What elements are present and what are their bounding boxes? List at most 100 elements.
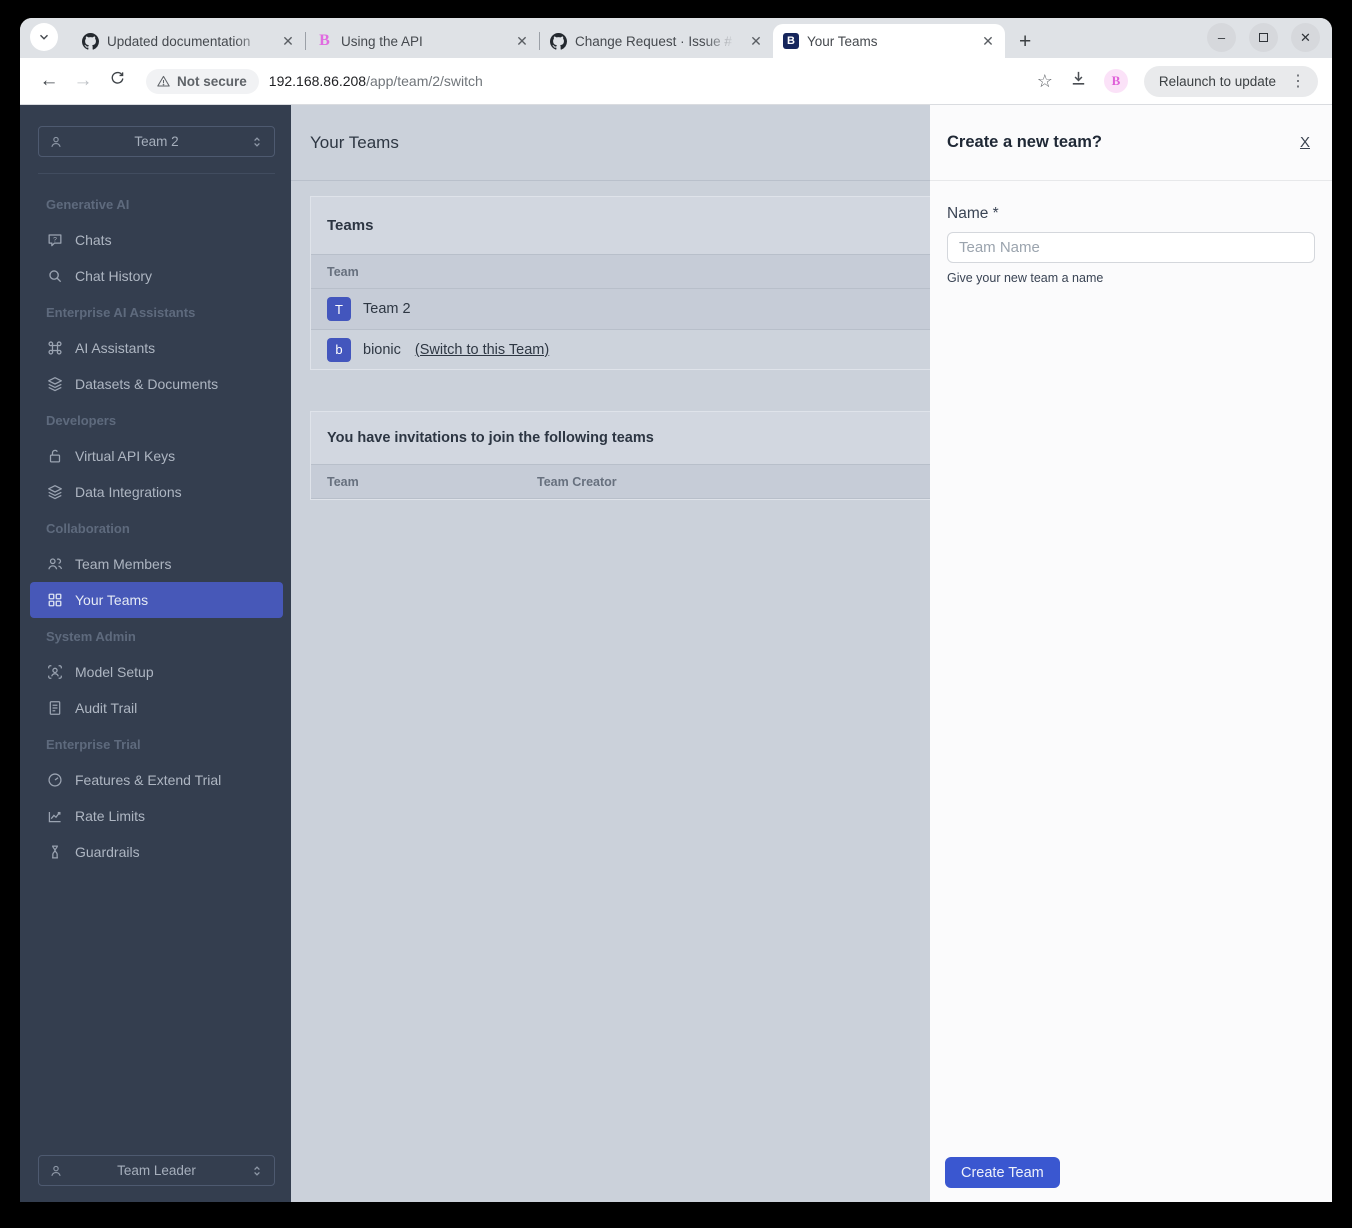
chevron-updown-icon xyxy=(253,1166,261,1175)
hourglass-icon xyxy=(51,845,59,859)
tab-title: Updated documentation xyxy=(107,33,251,49)
sidebar-divider xyxy=(38,173,275,174)
sidebar-item-datasets-documents[interactable]: Datasets & Documents xyxy=(20,366,291,402)
column-header-team-creator: Team Creator xyxy=(537,474,617,489)
sidebar-item-rate-limits[interactable]: Rate Limits xyxy=(20,798,291,834)
drawer-close-button[interactable]: X xyxy=(1300,134,1310,151)
tab-using-the-api[interactable]: B Using the API ✕ xyxy=(306,24,539,58)
sidebar-item-chat-history[interactable]: Chat History xyxy=(20,258,291,294)
sidebar-item-audit-trail[interactable]: Audit Trail xyxy=(20,690,291,726)
sidebar-item-label: Team Members xyxy=(75,556,172,572)
close-tab-icon[interactable]: ✕ xyxy=(513,32,531,50)
team-name: Team 2 xyxy=(363,301,411,317)
forward-button[interactable]: → xyxy=(68,70,98,92)
search-icon xyxy=(49,270,62,283)
reload-button[interactable] xyxy=(102,70,132,93)
tab-title: Using the API xyxy=(341,33,423,49)
role-selector[interactable]: Team Leader xyxy=(38,1155,275,1186)
sidebar-item-label: AI Assistants xyxy=(75,340,156,356)
sidebar-item-label: Audit Trail xyxy=(75,700,138,716)
page-title: Your Teams xyxy=(310,132,399,152)
team-selector-label: Team 2 xyxy=(134,134,179,149)
maximize-icon xyxy=(1259,33,1268,42)
sidebar-item-team-members[interactable]: Team Members xyxy=(20,546,291,582)
tab-your-teams-active[interactable]: B Your Teams ✕ xyxy=(773,24,1005,58)
grid-icon xyxy=(48,593,62,607)
person-icon xyxy=(51,1165,61,1176)
sidebar-item-chats[interactable]: Chats xyxy=(20,222,291,258)
close-tab-icon[interactable]: ✕ xyxy=(279,32,297,50)
bookmark-star-icon[interactable]: ☆ xyxy=(1037,71,1053,92)
lock-open-icon xyxy=(49,449,61,463)
url-text: 192.168.86.208/app/team/2/switch xyxy=(269,73,483,89)
security-chip[interactable]: Not secure xyxy=(146,68,259,94)
sidebar-item-ai-assistants[interactable]: AI Assistants xyxy=(20,330,291,366)
tab-title: Change Request · Issue # xyxy=(575,33,732,49)
minimize-button[interactable]: – xyxy=(1207,23,1236,52)
tab-change-request[interactable]: Change Request · Issue # ✕ xyxy=(540,24,773,58)
url-host: 192.168.86.208 xyxy=(268,73,367,89)
tab-updated-documentation[interactable]: Updated documentation ✕ xyxy=(72,24,305,58)
chart-icon xyxy=(48,811,62,823)
sidebar-item-your-teams[interactable]: Your Teams xyxy=(30,582,283,618)
b-navy-icon: B xyxy=(783,33,799,49)
section-header-enterprise-ai-assistants: Enterprise AI Assistants xyxy=(46,304,196,320)
sidebar-item-label: Model Setup xyxy=(75,664,154,680)
address-bar[interactable]: Not secure 192.168.86.208/app/team/2/swi… xyxy=(146,68,1033,94)
team-name-input[interactable] xyxy=(947,232,1315,263)
back-button[interactable]: ← xyxy=(34,70,64,92)
sidebar-item-features-extend-trial[interactable]: Features & Extend Trial xyxy=(20,762,291,798)
chevron-down-icon xyxy=(40,34,48,40)
downloads-icon[interactable] xyxy=(1069,69,1088,93)
sidebar-item-label: Data Integrations xyxy=(75,484,182,500)
menu-kebab-icon[interactable]: ⋮ xyxy=(1286,71,1310,91)
section-header-collaboration: Collaboration xyxy=(46,520,130,536)
create-team-button[interactable]: Create Team xyxy=(945,1157,1060,1188)
browser-window: Updated documentation ✕ B Using the API … xyxy=(20,18,1332,1202)
role-selector-label: Team Leader xyxy=(117,1163,196,1178)
column-header-team: Team xyxy=(327,264,359,279)
sidebar-nav: Generative AI Chats Chat History Enterpr… xyxy=(20,186,291,870)
sidebar-item-label: Chat History xyxy=(75,268,153,284)
section-header-generative-ai: Generative AI xyxy=(46,196,130,212)
users-icon xyxy=(48,558,63,570)
sidebar-item-model-setup[interactable]: Model Setup xyxy=(20,654,291,690)
sidebar-item-virtual-api-keys[interactable]: Virtual API Keys xyxy=(20,438,291,474)
maximize-button[interactable] xyxy=(1249,23,1278,52)
extension-b-icon[interactable]: B xyxy=(1103,69,1128,93)
relaunch-to-update-button[interactable]: Relaunch to update ⋮ xyxy=(1143,65,1318,97)
sidebar-item-label: Chats xyxy=(75,232,112,248)
chat-question-icon xyxy=(48,234,62,247)
switch-team-link[interactable]: (Switch to this Team) xyxy=(415,342,549,358)
team-name: bionic xyxy=(363,341,401,358)
clock-icon xyxy=(48,773,62,787)
new-tab-button[interactable]: + xyxy=(1019,31,1031,52)
layers-icon xyxy=(48,377,62,392)
section-header-system-admin: System Admin xyxy=(46,628,136,644)
relaunch-label: Relaunch to update xyxy=(1158,73,1276,89)
sidebar-item-label: Your Teams xyxy=(75,592,149,608)
close-tab-icon[interactable]: ✕ xyxy=(979,32,997,50)
b-pink-icon: B xyxy=(319,32,330,49)
user-scan-icon xyxy=(48,665,62,679)
close-tab-icon[interactable]: ✕ xyxy=(747,32,765,50)
close-window-button[interactable]: ✕ xyxy=(1291,23,1320,52)
sidebar-item-label: Datasets & Documents xyxy=(75,376,219,392)
sidebar-item-guardrails[interactable]: Guardrails xyxy=(20,834,291,870)
app-content: Team 2 Generative AI Chats Chat History … xyxy=(20,105,1332,1202)
sidebar-item-label: Guardrails xyxy=(75,844,140,860)
sidebar: Team 2 Generative AI Chats Chat History … xyxy=(20,105,291,1202)
avatar: b xyxy=(327,337,351,362)
section-header-enterprise-trial: Enterprise Trial xyxy=(46,736,141,752)
column-header-team: Team xyxy=(327,474,359,489)
avatar: T xyxy=(327,297,351,321)
create-team-drawer: Create a new team? X Name * Give your ne… xyxy=(930,105,1332,1202)
warning-icon xyxy=(157,75,170,87)
name-field-help: Give your new team a name xyxy=(947,271,1104,285)
person-icon xyxy=(51,136,61,147)
sidebar-item-label: Features & Extend Trial xyxy=(75,772,222,788)
tab-search-button[interactable] xyxy=(30,23,58,51)
sidebar-item-data-integrations[interactable]: Data Integrations xyxy=(20,474,291,510)
team-selector[interactable]: Team 2 xyxy=(38,126,275,157)
github-icon xyxy=(82,32,99,50)
